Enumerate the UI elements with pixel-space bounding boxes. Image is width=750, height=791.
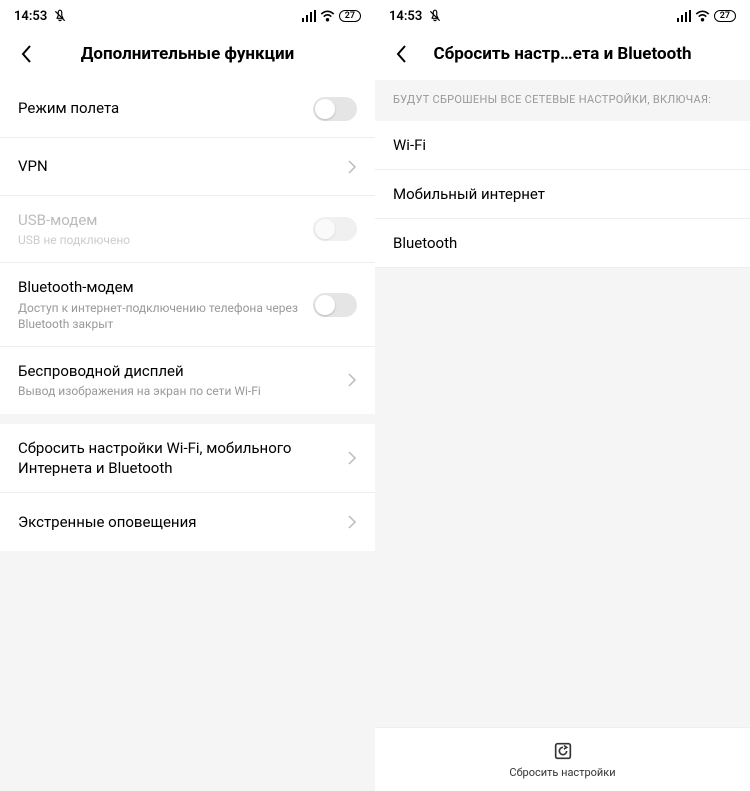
signal-icon xyxy=(302,10,316,22)
usb-toggle xyxy=(313,217,357,241)
status-time: 14:53 xyxy=(389,9,422,24)
battery-indicator: 27 xyxy=(714,10,736,22)
row-emergency-alerts[interactable]: Экстренные оповещения xyxy=(0,493,375,551)
page-title: Сбросить настр…ета и Bluetooth xyxy=(417,44,708,64)
chevron-right-icon xyxy=(347,450,357,466)
row-usb-tethering: USB-модем USB не подключено xyxy=(0,196,375,263)
right-screen: 14:53 27 Сбросить настр…ета и Bluetooth … xyxy=(375,0,750,791)
signal-icon xyxy=(677,10,691,22)
reset-icon xyxy=(552,740,574,762)
row-title: Bluetooth-модем xyxy=(18,277,303,297)
row-title: Режим полета xyxy=(18,98,303,118)
airplane-toggle[interactable] xyxy=(313,97,357,121)
status-bar: 14:53 27 xyxy=(0,0,375,28)
content: Будут сброшены все сетевые настройки, вк… xyxy=(375,80,750,791)
row-title: VPN xyxy=(18,156,337,176)
back-button[interactable] xyxy=(10,38,42,70)
row-wireless-display[interactable]: Беспроводной дисплей Вывод изображения н… xyxy=(0,347,375,413)
mute-icon xyxy=(428,9,442,23)
row-subtitle: USB не подключено xyxy=(18,232,303,248)
back-icon xyxy=(395,44,407,64)
status-time: 14:53 xyxy=(14,9,47,24)
chevron-right-icon xyxy=(347,159,357,175)
back-button[interactable] xyxy=(385,38,417,70)
list-item-wifi: Wi-Fi xyxy=(375,121,750,170)
row-subtitle: Доступ к интернет-подключению телефона ч… xyxy=(18,300,303,332)
row-airplane-mode[interactable]: Режим полета xyxy=(0,80,375,138)
mute-icon xyxy=(53,9,67,23)
bluetooth-toggle[interactable] xyxy=(313,293,357,317)
chevron-right-icon xyxy=(347,514,357,530)
back-icon xyxy=(20,44,32,64)
list-item-bluetooth: Bluetooth xyxy=(375,219,750,268)
page-title: Дополнительные функции xyxy=(42,44,333,64)
action-label: Сбросить настройки xyxy=(509,766,615,779)
status-bar: 14:53 27 xyxy=(375,0,750,28)
wifi-icon xyxy=(695,10,710,22)
row-title: Экстренные оповещения xyxy=(18,512,337,532)
row-vpn[interactable]: VPN xyxy=(0,138,375,196)
row-subtitle: Вывод изображения на экран по сети Wi-Fi xyxy=(18,383,337,399)
row-title: Беспроводной дисплей xyxy=(18,361,337,381)
left-screen: 14:53 27 Дополнительные функции Режим по… xyxy=(0,0,375,791)
header: Дополнительные функции xyxy=(0,28,375,80)
chevron-right-icon xyxy=(347,372,357,388)
content: Режим полета VPN USB-модем USB не подклю… xyxy=(0,80,375,791)
battery-indicator: 27 xyxy=(339,10,361,22)
list-item-mobile-data: Мобильный интернет xyxy=(375,170,750,219)
row-title: USB-модем xyxy=(18,210,303,230)
reset-settings-button[interactable]: Сбросить настройки xyxy=(375,727,750,791)
info-text: Будут сброшены все сетевые настройки, вк… xyxy=(375,80,750,121)
header: Сбросить настр…ета и Bluetooth xyxy=(375,28,750,80)
wifi-icon xyxy=(320,10,335,22)
row-bluetooth-tethering[interactable]: Bluetooth-модем Доступ к интернет-подклю… xyxy=(0,263,375,347)
row-title: Сбросить настройки Wi-Fi, мобильного Инт… xyxy=(18,438,337,479)
row-reset-network[interactable]: Сбросить настройки Wi-Fi, мобильного Инт… xyxy=(0,424,375,494)
